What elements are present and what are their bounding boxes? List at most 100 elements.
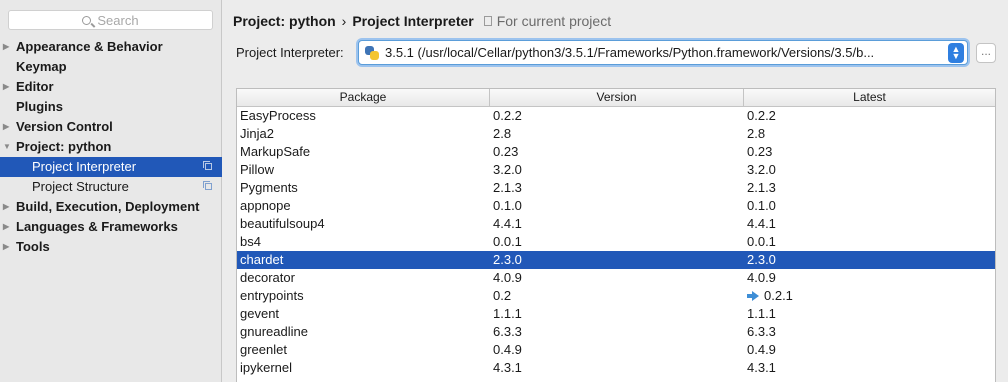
version-cell-text: 0.0.1 — [493, 234, 522, 249]
table-row[interactable]: greenlet 0.4.9 0.4.9 — [237, 341, 995, 359]
table-row[interactable]: ipykernel 4.3.1 4.3.1 — [237, 359, 995, 377]
version-cell: 2.3.0 — [490, 251, 744, 269]
package-cell-text: Pillow — [240, 162, 274, 177]
expand-arrow-icon[interactable]: ▶ — [3, 77, 9, 97]
package-cell-text: beautifulsoup4 — [240, 216, 325, 231]
table-row[interactable]: Jinja2 2.8 2.8 — [237, 125, 995, 143]
package-cell-text: MarkupSafe — [240, 144, 311, 159]
update-available-icon[interactable] — [747, 291, 759, 301]
sidebar-item-appearance-behavior[interactable]: ▶ Appearance & Behavior — [0, 37, 222, 57]
interpreter-more-button[interactable]: ... — [976, 43, 996, 63]
table-row[interactable]: Pillow 3.2.0 3.2.0 — [237, 161, 995, 179]
table-row[interactable]: chardet 2.3.0 2.3.0 — [237, 251, 995, 269]
sidebar-item-project[interactable]: ▼ Project: python — [0, 137, 222, 157]
table-row[interactable]: appnope 0.1.0 0.1.0 — [237, 197, 995, 215]
expand-arrow-icon[interactable]: ▶ — [3, 117, 9, 137]
latest-cell-text: 2.3.0 — [747, 252, 776, 267]
scope-label: For current project — [496, 13, 612, 29]
sidebar-item-label: Build, Execution, Deployment — [16, 199, 200, 214]
sidebar-item-label: Project Structure — [32, 179, 129, 194]
latest-cell-text: 4.3.1 — [747, 360, 776, 375]
table-row[interactable]: entrypoints 0.2 0.2.1 — [237, 287, 995, 305]
sidebar-item-label: Editor — [16, 79, 54, 94]
sidebar-item-editor[interactable]: ▶ Editor — [0, 77, 222, 97]
chevron-updown-icon[interactable]: ▲ ▼ — [948, 42, 964, 63]
expand-arrow-icon[interactable]: ▶ — [3, 217, 9, 237]
version-cell: 0.0.1 — [490, 233, 744, 251]
package-cell-text: ipykernel — [240, 360, 293, 375]
sidebar-item-version-control[interactable]: ▶ Version Control — [0, 117, 222, 137]
package-cell: MarkupSafe — [237, 143, 490, 161]
package-cell: appnope — [237, 197, 490, 215]
sidebar-item-tools[interactable]: ▶ Tools — [0, 237, 222, 257]
package-cell: entrypoints — [237, 287, 490, 305]
version-cell-text: 3.2.0 — [493, 162, 522, 177]
latest-cell: 2.8 — [744, 125, 995, 143]
search-input[interactable]: Search — [8, 10, 213, 30]
table-row[interactable]: beautifulsoup4 4.4.1 4.4.1 — [237, 215, 995, 233]
latest-cell-text: 2.1.3 — [747, 180, 776, 195]
latest-cell-text: 0.2.2 — [747, 108, 776, 123]
package-cell-text: gevent — [240, 306, 280, 321]
table-row[interactable]: EasyProcess 0.2.2 0.2.2 — [237, 107, 995, 125]
version-cell: 4.3.1 — [490, 359, 744, 377]
package-cell: Pillow — [237, 161, 490, 179]
version-cell-text: 4.4.1 — [493, 216, 522, 231]
version-cell-text: 4.3.1 — [493, 360, 522, 375]
package-cell: ipykernel — [237, 359, 490, 377]
package-cell: beautifulsoup4 — [237, 215, 490, 233]
breadcrumb-current: Project Interpreter — [352, 13, 474, 29]
table-row[interactable]: decorator 4.0.9 4.0.9 — [237, 269, 995, 287]
version-cell: 4.0.9 — [490, 269, 744, 287]
sidebar-item-project-structure[interactable]: Project Structure — [0, 177, 222, 197]
table-row[interactable]: gnureadline 6.3.3 6.3.3 — [237, 323, 995, 341]
package-cell-text: bs4 — [240, 234, 261, 249]
table-row[interactable]: bs4 0.0.1 0.0.1 — [237, 233, 995, 251]
packages-table: Package Version Latest EasyProcess 0.2.2 0… — [236, 88, 996, 382]
sidebar-item-label: Tools — [16, 239, 50, 254]
version-cell: 3.2.0 — [490, 161, 744, 179]
latest-cell-text: 1.1.1 — [747, 306, 776, 321]
package-cell: gnureadline — [237, 323, 490, 341]
interpreter-select[interactable]: 3.5.1 (/usr/local/Cellar/python3/3.5.1/F… — [358, 40, 968, 65]
version-cell-text: 2.8 — [493, 126, 512, 141]
table-row[interactable]: MarkupSafe 0.23 0.23 — [237, 143, 995, 161]
package-cell: gevent — [237, 305, 490, 323]
column-header-version[interactable]: Version — [490, 89, 744, 106]
latest-cell: 2.3.0 — [744, 251, 995, 269]
version-cell-text: 0.1.0 — [493, 198, 522, 213]
table-row[interactable]: Pygments 2.1.3 2.1.3 — [237, 179, 995, 197]
version-cell: 0.4.9 — [490, 341, 744, 359]
sidebar-item-label: Version Control — [16, 119, 113, 134]
latest-cell-text: 0.23 — [747, 144, 773, 159]
package-cell: chardet — [237, 251, 490, 269]
project-scope-icon — [203, 161, 212, 170]
settings-sidebar: Search ▶ Appearance & Behavior Keymap ▶ … — [0, 0, 222, 382]
interpreter-value: 3.5.1 (/usr/local/Cellar/python3/3.5.1/F… — [385, 45, 875, 60]
expand-arrow-icon[interactable]: ▶ — [3, 37, 9, 57]
latest-cell-text: 0.2.1 — [764, 288, 793, 303]
package-cell-text: chardet — [240, 252, 284, 267]
version-cell-text: 2.1.3 — [493, 180, 522, 195]
version-cell: 0.23 — [490, 143, 744, 161]
version-cell: 1.1.1 — [490, 305, 744, 323]
expand-arrow-icon[interactable]: ▶ — [3, 197, 9, 217]
latest-cell: 2.1.3 — [744, 179, 995, 197]
sidebar-item-project-interpreter[interactable]: Project Interpreter — [0, 157, 222, 177]
latest-cell-text: 4.4.1 — [747, 216, 776, 231]
breadcrumb-parent[interactable]: Project: python — [233, 13, 336, 29]
breadcrumb: Project: python › Project Interpreter Fo… — [233, 12, 611, 30]
sidebar-item-languages-frameworks[interactable]: ▶ Languages & Frameworks — [0, 217, 222, 237]
sidebar-item-build-execution-deployment[interactable]: ▶ Build, Execution, Deployment — [0, 197, 222, 217]
column-header-package[interactable]: Package — [237, 89, 490, 106]
expand-arrow-icon[interactable]: ▶ — [3, 237, 9, 257]
table-row[interactable]: gevent 1.1.1 1.1.1 — [237, 305, 995, 323]
latest-cell-text: 0.1.0 — [747, 198, 776, 213]
column-header-latest[interactable]: Latest — [744, 89, 995, 106]
sidebar-item-keymap[interactable]: Keymap — [0, 57, 222, 77]
latest-cell: 4.0.9 — [744, 269, 995, 287]
collapse-arrow-icon[interactable]: ▼ — [3, 137, 11, 157]
sidebar-item-plugins[interactable]: Plugins — [0, 97, 222, 117]
latest-cell-text: 6.3.3 — [747, 324, 776, 339]
version-cell: 4.4.1 — [490, 215, 744, 233]
